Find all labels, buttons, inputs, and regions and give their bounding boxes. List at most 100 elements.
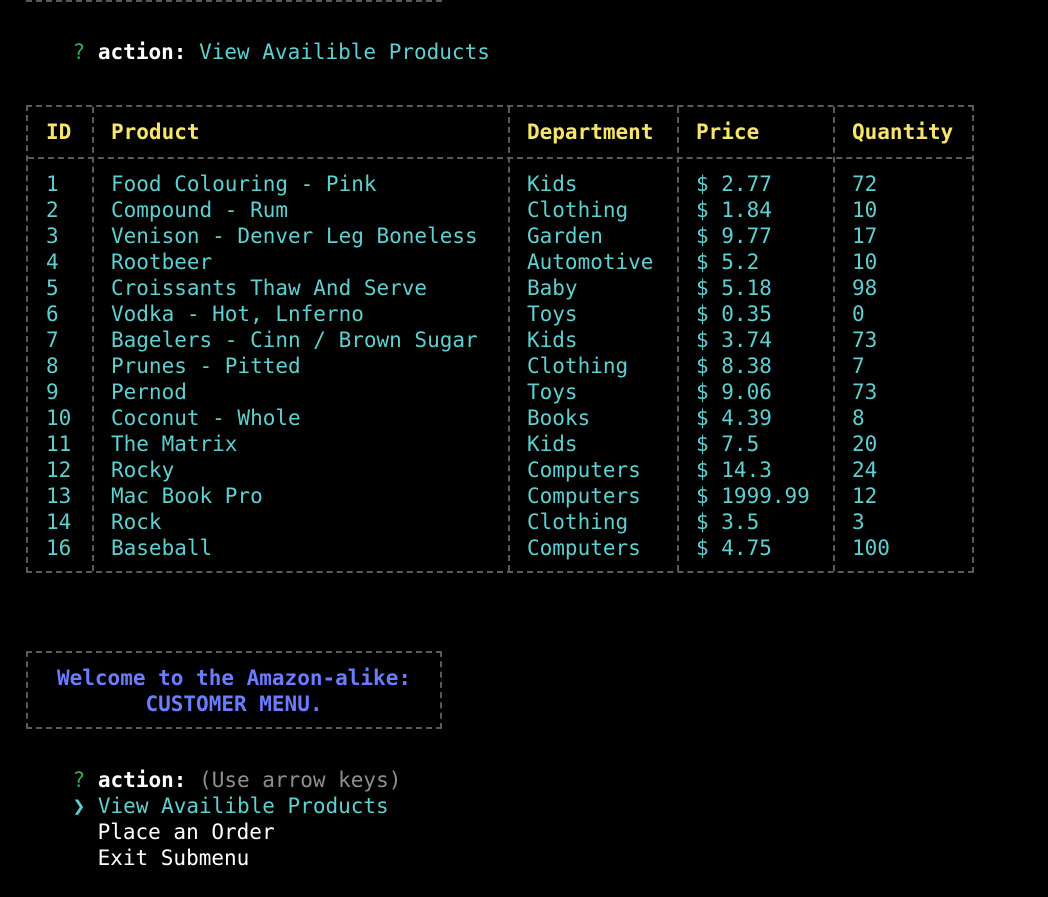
- cell-department: Clothing: [527, 354, 629, 378]
- cell-department: Automotive: [527, 250, 654, 274]
- cell-quantity: 73: [852, 380, 878, 404]
- header-id: ID: [46, 120, 72, 144]
- table-row: 16 Baseball Computers $ 4.75 100: [28, 535, 972, 561]
- cell-quantity: 10: [852, 250, 878, 274]
- cell-department: Kids: [527, 432, 578, 456]
- cell-department: Books: [527, 406, 591, 430]
- cell-product: Venison - Denver Leg Boneless: [111, 224, 478, 248]
- cell-product: The Matrix: [111, 432, 238, 456]
- cell-quantity: 12: [852, 484, 878, 508]
- cell-department: Computers: [527, 536, 641, 560]
- cell-price: $ 1999.99: [696, 484, 810, 508]
- cell-price: $ 7.5: [696, 432, 760, 456]
- cell-price: $ 4.39: [696, 406, 772, 430]
- prompt-question-mark: ?: [72, 40, 86, 64]
- terminal-window: ? action: View Availible Products ID Pro…: [0, 0, 1048, 870]
- menu-option-place-order[interactable]: Place an Order: [22, 793, 275, 844]
- products-table: ID Product Department Price Quantity 1 Fo…: [26, 105, 974, 573]
- table-row: 2 Compound - Rum Clothing $ 1.84 10: [28, 197, 972, 223]
- cell-id: 7: [46, 328, 59, 352]
- cell-department: Kids: [527, 172, 578, 196]
- menu-option-view-products[interactable]: ❯ View Availible Products: [22, 767, 389, 818]
- cell-product: Bagelers - Cinn / Brown Sugar: [111, 328, 478, 352]
- cell-price: $ 9.06: [696, 380, 772, 404]
- cell-department: Computers: [527, 458, 641, 482]
- cell-quantity: 72: [852, 172, 878, 196]
- cell-id: 4: [46, 250, 59, 274]
- table-row: 10 Coconut - Whole Books $ 4.39 8: [28, 405, 972, 431]
- cell-id: 13: [46, 484, 72, 508]
- cell-quantity: 7: [852, 354, 865, 378]
- cell-quantity: 24: [852, 458, 878, 482]
- table-row: 5 Croissants Thaw And Serve Baby $ 5.18 98: [28, 275, 972, 301]
- previous-box-bottom-border: [26, 0, 442, 4]
- cell-id: 9: [46, 380, 59, 404]
- customer-menu-banner: Welcome to the Amazon-alike: CUSTOMER ME…: [26, 651, 442, 729]
- cell-quantity: 98: [852, 276, 878, 300]
- cell-id: 12: [46, 458, 72, 482]
- cell-quantity: 10: [852, 198, 878, 222]
- table-row: 1 Food Colouring - Pink Kids $ 2.77 72: [28, 171, 972, 197]
- cell-price: $ 8.38: [696, 354, 772, 378]
- menu-option-exit-submenu[interactable]: Exit Submenu: [22, 819, 250, 870]
- banner-welcome-text: Welcome to the Amazon-alike:: [56, 666, 411, 690]
- table-row: 13 Mac Book Pro Computers $ 1999.99 12: [28, 483, 972, 509]
- cell-price: $ 9.77: [696, 224, 772, 248]
- cell-department: Kids: [527, 328, 578, 352]
- cell-quantity: 8: [852, 406, 865, 430]
- cell-product: Baseball: [111, 536, 213, 560]
- cell-product: Vodka - Hot, Lnferno: [111, 302, 364, 326]
- cell-department: Clothing: [527, 510, 629, 534]
- cell-price: $ 5.18: [696, 276, 772, 300]
- cell-quantity: 73: [852, 328, 878, 352]
- table-row: 9 Pernod Toys $ 9.06 73: [28, 379, 972, 405]
- cell-id: 8: [46, 354, 59, 378]
- cell-department: Toys: [527, 380, 578, 404]
- cell-quantity: 17: [852, 224, 878, 248]
- cell-id: 16: [46, 536, 72, 560]
- cell-id: 11: [46, 432, 72, 456]
- table-row: 14 Rock Clothing $ 3.5 3: [28, 509, 972, 535]
- cell-price: $ 5.2: [696, 250, 760, 274]
- cell-product: Coconut - Whole: [111, 406, 301, 430]
- cell-product: Mac Book Pro: [111, 484, 263, 508]
- table-row: 8 Prunes - Pitted Clothing $ 8.38 7: [28, 353, 972, 379]
- cell-product: Pernod: [111, 380, 187, 404]
- cell-quantity: 100: [852, 536, 890, 560]
- cell-department: Garden: [527, 224, 603, 248]
- table-row: 7 Bagelers - Cinn / Brown Sugar Kids $ 3.74…: [28, 327, 972, 353]
- menu-option-label: Exit Submenu: [97, 846, 250, 870]
- cell-price: $ 14.3: [696, 458, 772, 482]
- table-body: 1 Food Colouring - Pink Kids $ 2.77 72 2 Compo…: [28, 171, 972, 561]
- cell-id: 2: [46, 198, 59, 222]
- cell-department: Toys: [527, 302, 578, 326]
- cell-price: $ 4.75: [696, 536, 772, 560]
- cell-quantity: 3: [852, 510, 865, 534]
- header-divider: [28, 157, 972, 159]
- cell-product: Prunes - Pitted: [111, 354, 301, 378]
- header-price: Price: [696, 120, 760, 144]
- cell-price: $ 2.77: [696, 172, 772, 196]
- table-row: 11 The Matrix Kids $ 7.5 20: [28, 431, 972, 457]
- current-prompt-line: ? action: (Use arrow keys): [22, 741, 402, 792]
- cell-product: Croissants Thaw And Serve: [111, 276, 428, 300]
- cell-product: Rocky: [111, 458, 175, 482]
- cell-price: $ 0.35: [696, 302, 772, 326]
- table-row: 4 Rootbeer Automotive $ 5.2 10: [28, 249, 972, 275]
- prompt-action-label: action:: [97, 40, 187, 64]
- header-department: Department: [527, 120, 654, 144]
- cell-id: 1: [46, 172, 59, 196]
- cell-department: Computers: [527, 484, 641, 508]
- cell-id: 3: [46, 224, 59, 248]
- cell-id: 6: [46, 302, 59, 326]
- header-quantity: Quantity: [852, 120, 954, 144]
- cell-product: Food Colouring - Pink: [111, 172, 377, 196]
- cell-quantity: 0: [852, 302, 865, 326]
- header-product: Product: [111, 120, 200, 144]
- cell-price: $ 3.5: [696, 510, 760, 534]
- table-row: 6 Vodka - Hot, Lnferno Toys $ 0.35 0: [28, 301, 972, 327]
- table-row: 3 Venison - Denver Leg Boneless Garden $ 9.…: [28, 223, 972, 249]
- cell-product: Compound - Rum: [111, 198, 289, 222]
- cell-department: Baby: [527, 276, 578, 300]
- cell-quantity: 20: [852, 432, 878, 456]
